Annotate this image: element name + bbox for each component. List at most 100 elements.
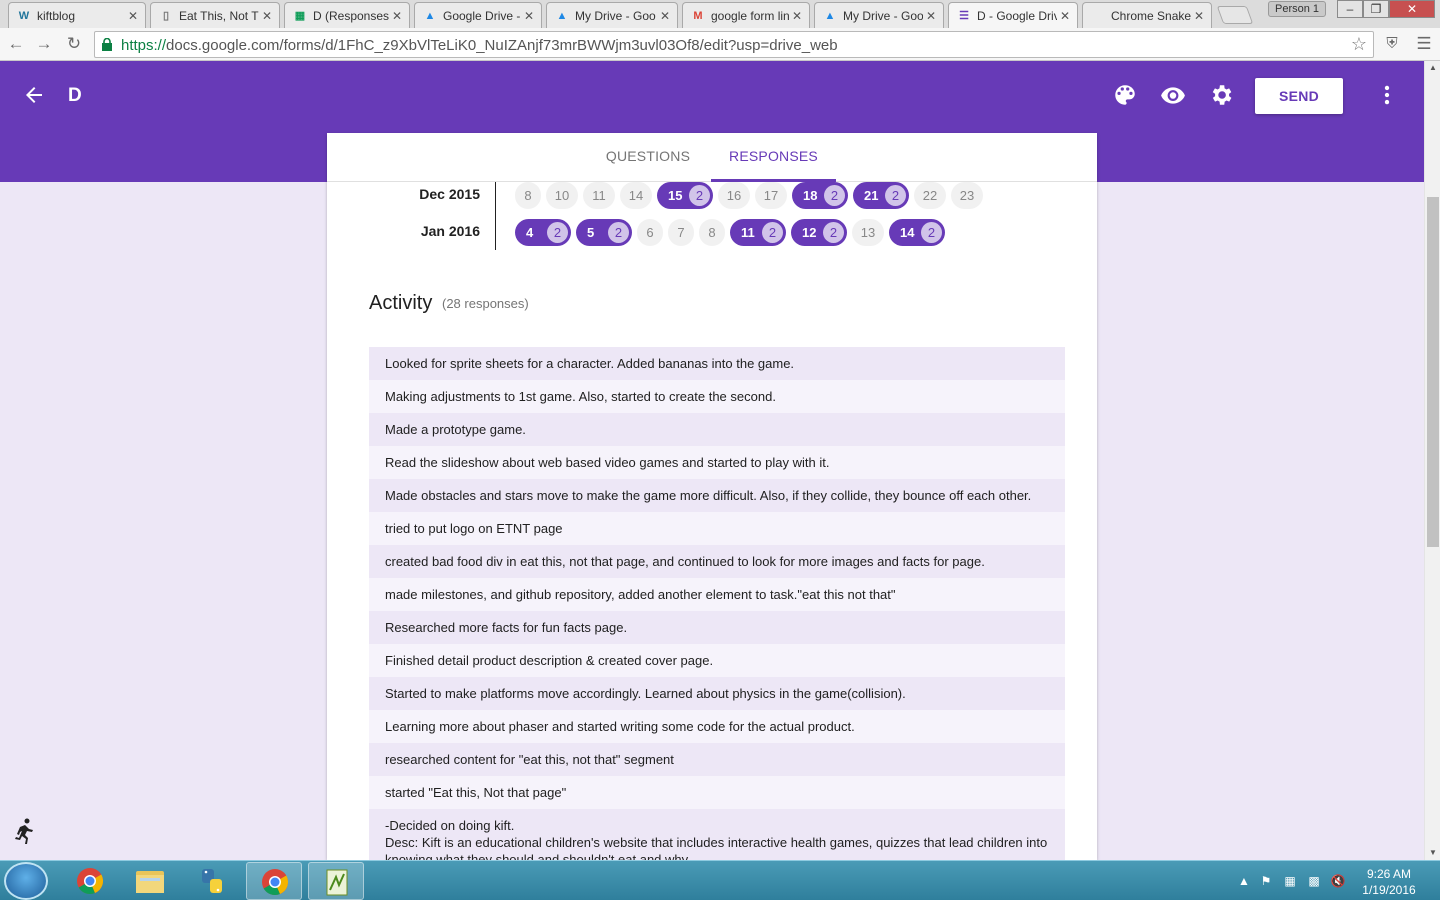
day-response-count: 2 [689, 185, 710, 206]
browser-tab[interactable]: ▯ Eat This, Not Th ✕ [150, 2, 280, 28]
menu-icon[interactable]: ☰ [1412, 32, 1436, 56]
tab-questions[interactable]: QUESTIONS [592, 133, 704, 182]
day-label: 5 [587, 225, 595, 240]
forward-icon[interactable]: → [32, 32, 56, 56]
back-arrow-icon[interactable] [22, 83, 46, 107]
close-tab-icon[interactable]: ✕ [1191, 9, 1207, 23]
day-label: 12 [802, 225, 817, 240]
more-options-icon[interactable] [1374, 82, 1400, 108]
reload-icon[interactable]: ↻ [62, 32, 86, 56]
windows-taskbar: ▲ ⚑ ▦ ▩ 🔇 9:26 AM 1/19/2016 [0, 860, 1440, 900]
address-bar[interactable]: https://docs.google.com/forms/d/1FhC_z9X… [94, 31, 1374, 58]
day-label: 6 [646, 225, 654, 240]
notepad-plus-icon[interactable] [308, 862, 364, 900]
network-icon[interactable]: ▩ [1306, 873, 1322, 889]
day-response-count: 2 [885, 185, 906, 206]
browser-tab[interactable]: ▲ My Drive - Goo ✕ [546, 2, 678, 28]
scroll-down-arrow-icon[interactable]: ▼ [1425, 846, 1440, 860]
timeline-day-selected[interactable]: 15 2 [657, 182, 713, 209]
timeline-day[interactable]: 23 [951, 182, 983, 209]
scroll-up-arrow-icon[interactable]: ▲ [1425, 61, 1440, 75]
browser-tab[interactable]: ▦ D (Responses) ✕ [284, 2, 410, 28]
timeline-day-selected[interactable]: 52 [576, 219, 632, 246]
timeline-day-selected[interactable]: 14 2 [889, 219, 945, 246]
bookmark-star-icon[interactable]: ☆ [1351, 34, 1367, 55]
day-label: 15 [668, 188, 683, 203]
form-title: D [68, 85, 82, 106]
palette-icon[interactable] [1112, 82, 1138, 108]
timeline-day-selected[interactable]: 11 2 [730, 219, 786, 246]
send-button[interactable]: SEND [1255, 78, 1343, 114]
browser-tab[interactable]: ☰ D - Google Driv ✕ [948, 2, 1078, 28]
response-row: started "Eat this, Not that page" [369, 776, 1065, 809]
clock-date: 1/19/2016 [1362, 883, 1416, 897]
forms-icon: ☰ [959, 9, 969, 22]
day-label: 11 [592, 188, 606, 203]
timeline-day[interactable]: 22 [914, 182, 946, 209]
page-scrollbar[interactable]: ▲ ▼ [1424, 61, 1440, 860]
running-person-icon[interactable] [14, 818, 36, 844]
browser-tab[interactable]: Chrome Snake ✕ [1082, 2, 1212, 28]
tab-responses[interactable]: RESPONSES [711, 133, 836, 182]
browser-tab[interactable]: Mgoogle form lin ✕ [682, 2, 810, 28]
day-response-count: 2 [762, 222, 783, 243]
timeline-day[interactable]: 6 [637, 219, 663, 246]
volume-muted-icon[interactable]: 🔇 [1330, 873, 1346, 889]
shield-icon[interactable]: ⛨ [1380, 32, 1404, 56]
timeline-day[interactable]: 8 [699, 219, 725, 246]
chrome-icon[interactable] [246, 862, 302, 900]
timeline-day[interactable]: 7 [668, 219, 694, 246]
profile-button[interactable]: Person 1 [1268, 1, 1326, 17]
response-row: Made obstacles and stars move to make th… [369, 479, 1065, 512]
timeline-day[interactable]: 8 [515, 182, 541, 209]
close-tab-icon[interactable]: ✕ [521, 9, 537, 23]
tab-title: My Drive - Goo [843, 8, 923, 23]
close-tab-icon[interactable]: ✕ [259, 9, 275, 23]
timeline-day[interactable]: 16 [718, 182, 750, 209]
browser-tab[interactable]: Wkiftblog ✕ [8, 2, 146, 28]
drive-icon: ▲ [824, 9, 836, 22]
timeline-day[interactable]: 13 [852, 219, 884, 246]
close-tab-icon[interactable]: ✕ [125, 9, 141, 23]
back-icon[interactable]: ← [4, 32, 28, 56]
preview-eye-icon[interactable] [1160, 82, 1186, 108]
tray-expand-icon[interactable]: ▲ [1236, 873, 1252, 889]
timeline-day-selected[interactable]: 12 2 [791, 219, 847, 246]
response-row: researched content for "eat this, not th… [369, 743, 1065, 776]
chrome-icon[interactable] [62, 862, 118, 900]
close-tab-icon[interactable]: ✕ [389, 9, 405, 23]
wordpress-icon: W [18, 9, 30, 22]
close-tab-icon[interactable]: ✕ [789, 9, 805, 23]
close-tab-icon[interactable]: ✕ [1057, 9, 1073, 23]
close-tab-icon[interactable]: ✕ [923, 9, 939, 23]
form-tabs: QUESTIONS RESPONSES [327, 133, 1097, 182]
file-explorer-icon[interactable] [122, 862, 178, 900]
browser-tab[interactable]: ▲ Google Drive - ✕ [414, 2, 542, 28]
timeline-day[interactable]: 10 [546, 182, 578, 209]
system-clock[interactable]: 9:26 AM 1/19/2016 [1348, 866, 1430, 898]
timeline-month-label: Dec 2015 [419, 186, 480, 202]
timeline-day[interactable]: 14 [620, 182, 652, 209]
settings-gear-icon[interactable] [1208, 82, 1234, 108]
action-center-icon[interactable]: ⚑ [1258, 873, 1274, 889]
windows-flag-icon[interactable]: ▦ [1282, 873, 1298, 889]
timeline-day[interactable]: 11 [583, 182, 615, 209]
timeline-day-selected[interactable]: 21 2 [853, 182, 909, 209]
day-label: 8 [708, 225, 716, 240]
browser-tab[interactable]: ▲ My Drive - Goo ✕ [814, 2, 944, 28]
python-icon[interactable] [184, 862, 240, 900]
minimize-button[interactable]: – [1337, 0, 1363, 18]
maximize-button[interactable]: ❐ [1363, 0, 1389, 18]
scrollbar-thumb[interactable] [1427, 197, 1439, 547]
timeline-divider [495, 180, 496, 250]
day-label: 14 [628, 188, 644, 203]
lock-icon [102, 38, 112, 51]
new-tab-button[interactable] [1216, 6, 1254, 24]
close-window-button[interactable]: ✕ [1389, 0, 1435, 18]
windows-start-icon[interactable] [4, 862, 48, 900]
close-tab-icon[interactable]: ✕ [657, 9, 673, 23]
timeline-day[interactable]: 17 [755, 182, 787, 209]
timeline-day-selected[interactable]: 42 [515, 219, 571, 246]
day-label: 14 [900, 225, 915, 240]
timeline-day-selected[interactable]: 18 2 [792, 182, 848, 209]
